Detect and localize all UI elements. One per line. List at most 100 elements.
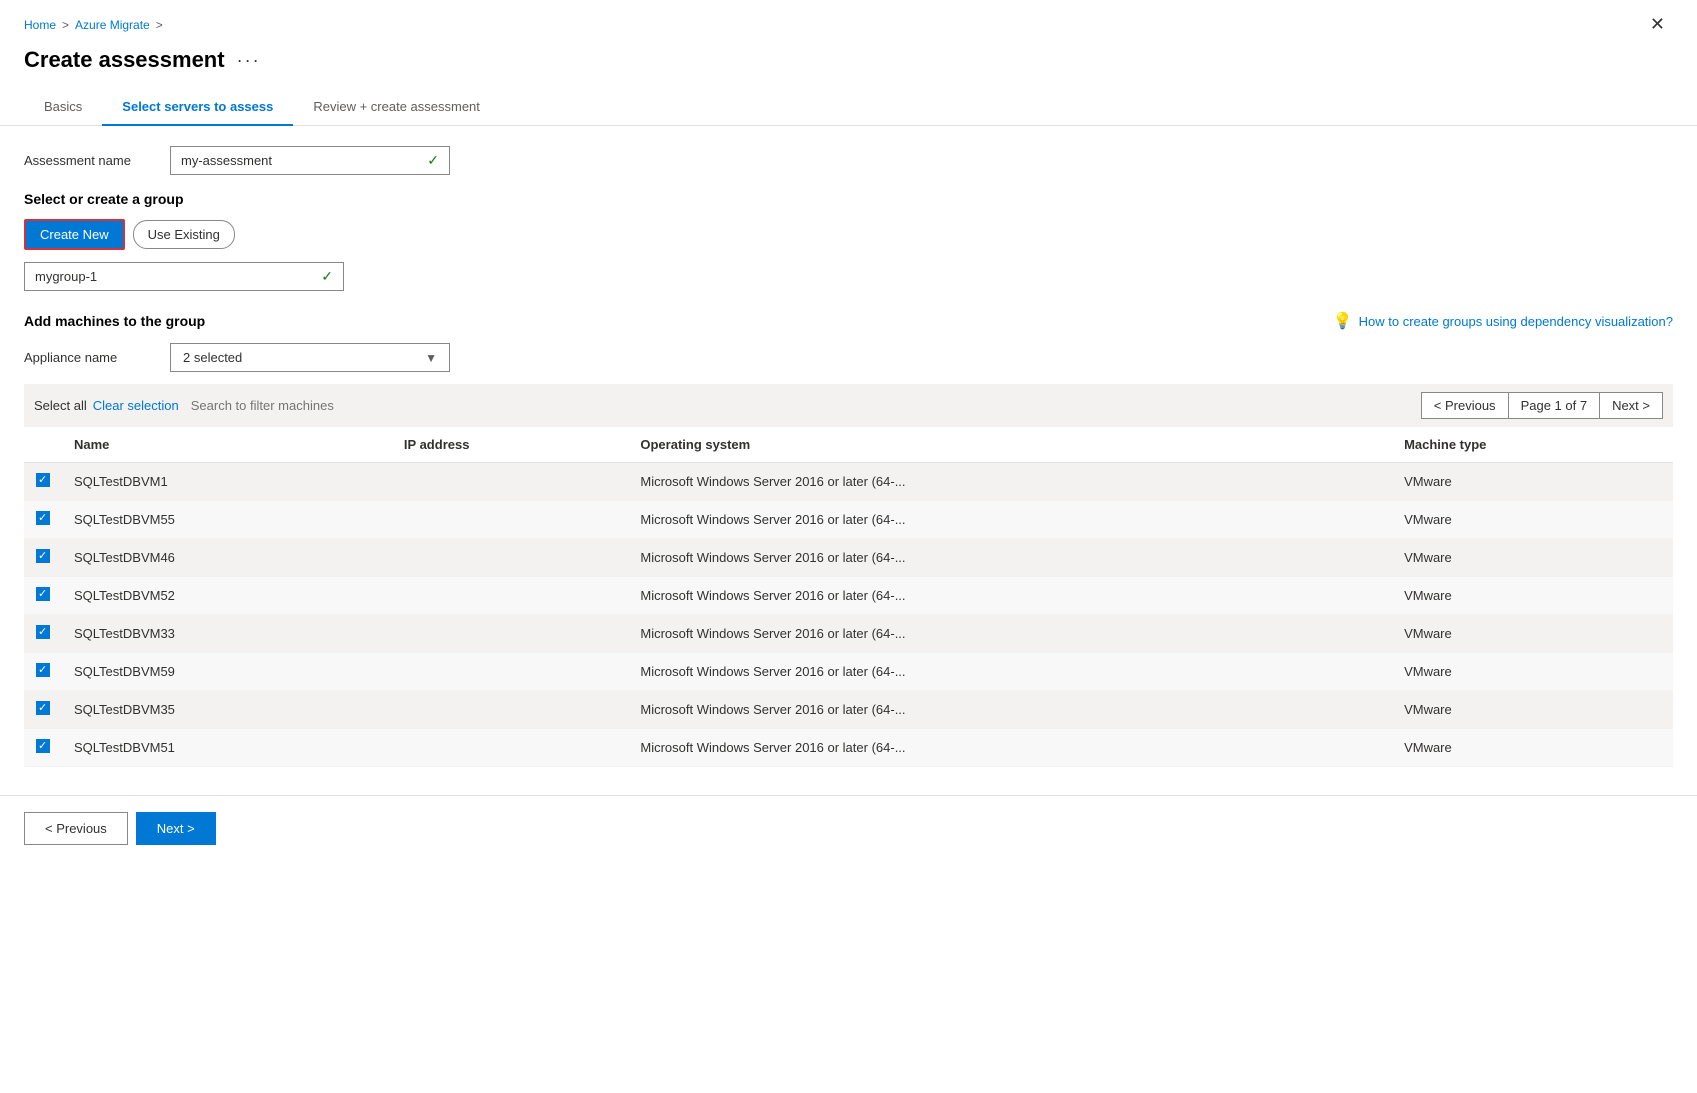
footer-prev-button[interactable]: < Previous xyxy=(24,812,128,845)
close-button[interactable]: ✕ xyxy=(1642,10,1673,39)
checkbox-checked-icon[interactable] xyxy=(36,625,50,639)
row-name: SQLTestDBVM51 xyxy=(62,729,392,767)
row-type: VMware xyxy=(1392,501,1673,539)
machines-table: Name IP address Operating system Machine… xyxy=(24,427,1673,767)
row-name: SQLTestDBVM33 xyxy=(62,615,392,653)
assessment-name-input[interactable]: my-assessment ✓ xyxy=(170,146,450,175)
group-name-check-icon: ✓ xyxy=(321,268,333,285)
breadcrumb-home[interactable]: Home xyxy=(24,18,56,32)
row-type: VMware xyxy=(1392,463,1673,501)
checkbox-checked-icon[interactable] xyxy=(36,549,50,563)
row-ip xyxy=(392,501,628,539)
row-os: Microsoft Windows Server 2016 or later (… xyxy=(628,539,1392,577)
row-checkbox-cell[interactable] xyxy=(24,539,62,577)
breadcrumb-azure-migrate[interactable]: Azure Migrate xyxy=(75,18,150,32)
row-name: SQLTestDBVM35 xyxy=(62,691,392,729)
group-name-value: mygroup-1 xyxy=(35,269,97,284)
appliance-row: Appliance name 2 selected ▼ xyxy=(24,343,1673,372)
checkbox-checked-icon[interactable] xyxy=(36,587,50,601)
bulb-icon: 💡 xyxy=(1333,311,1353,331)
row-name: SQLTestDBVM46 xyxy=(62,539,392,577)
dep-viz-link-text: How to create groups using dependency vi… xyxy=(1359,314,1673,329)
table-row[interactable]: SQLTestDBVM59 Microsoft Windows Server 20… xyxy=(24,653,1673,691)
row-checkbox-cell[interactable] xyxy=(24,501,62,539)
use-existing-button[interactable]: Use Existing xyxy=(133,220,235,249)
breadcrumb-sep1: > xyxy=(62,18,69,32)
row-checkbox-cell[interactable] xyxy=(24,577,62,615)
row-name: SQLTestDBVM1 xyxy=(62,463,392,501)
table-row[interactable]: SQLTestDBVM1 Microsoft Windows Server 201… xyxy=(24,463,1673,501)
row-ip xyxy=(392,729,628,767)
group-section-title: Select or create a group xyxy=(24,191,1673,207)
assessment-name-value: my-assessment xyxy=(181,153,272,168)
next-page-button[interactable]: Next > xyxy=(1599,392,1663,419)
col-header-name: Name xyxy=(62,427,392,463)
row-checkbox-cell[interactable] xyxy=(24,653,62,691)
appliance-label: Appliance name xyxy=(24,350,154,365)
row-ip xyxy=(392,463,628,501)
page-header: Create assessment ··· xyxy=(0,39,1697,73)
group-name-input[interactable]: mygroup-1 ✓ xyxy=(24,262,344,291)
row-os: Microsoft Windows Server 2016 or later (… xyxy=(628,463,1392,501)
page-title: Create assessment xyxy=(24,47,225,73)
table-row[interactable]: SQLTestDBVM46 Microsoft Windows Server 20… xyxy=(24,539,1673,577)
row-checkbox-cell[interactable] xyxy=(24,729,62,767)
row-ip xyxy=(392,615,628,653)
machines-section-header: Add machines to the group 💡 How to creat… xyxy=(24,311,1673,331)
clear-selection-link[interactable]: Clear selection xyxy=(93,398,179,413)
col-header-os: Operating system xyxy=(628,427,1392,463)
row-ip xyxy=(392,653,628,691)
more-options-icon[interactable]: ··· xyxy=(237,50,261,71)
table-toolbar: Select all Clear selection < Previous Pa… xyxy=(24,384,1673,427)
main-content: Assessment name my-assessment ✓ Select o… xyxy=(0,126,1697,787)
table-row[interactable]: SQLTestDBVM52Microsoft Windows Server 20… xyxy=(24,577,1673,615)
col-header-checkbox xyxy=(24,427,62,463)
row-os: Microsoft Windows Server 2016 or later (… xyxy=(628,653,1392,691)
appliance-dropdown[interactable]: 2 selected ▼ xyxy=(170,343,450,372)
checkbox-checked-icon[interactable] xyxy=(36,511,50,525)
table-header-row: Name IP address Operating system Machine… xyxy=(24,427,1673,463)
col-header-type: Machine type xyxy=(1392,427,1673,463)
checkbox-checked-icon[interactable] xyxy=(36,701,50,715)
table-row[interactable]: SQLTestDBVM35 Microsoft Windows Server 20… xyxy=(24,691,1673,729)
row-type: VMware xyxy=(1392,653,1673,691)
group-name-row: mygroup-1 ✓ xyxy=(24,262,1673,291)
page-info: Page 1 of 7 xyxy=(1509,392,1600,419)
table-row[interactable]: SQLTestDBVM51Microsoft Windows Server 20… xyxy=(24,729,1673,767)
row-type: VMware xyxy=(1392,539,1673,577)
search-input[interactable] xyxy=(179,398,1421,413)
dep-viz-link[interactable]: 💡 How to create groups using dependency … xyxy=(1333,311,1673,331)
pagination-controls: < Previous Page 1 of 7 Next > xyxy=(1421,392,1663,419)
top-bar: Home > Azure Migrate > ✕ xyxy=(0,0,1697,39)
checkbox-checked-icon[interactable] xyxy=(36,739,50,753)
col-header-ip: IP address xyxy=(392,427,628,463)
create-new-button[interactable]: Create New xyxy=(24,219,125,250)
row-ip xyxy=(392,539,628,577)
select-all-label[interactable]: Select all xyxy=(34,398,87,413)
footer-next-button[interactable]: Next > xyxy=(136,812,216,845)
row-os: Microsoft Windows Server 2016 or later (… xyxy=(628,501,1392,539)
prev-page-button[interactable]: < Previous xyxy=(1421,392,1509,419)
table-row[interactable]: SQLTestDBVM33Microsoft Windows Server 20… xyxy=(24,615,1673,653)
checkbox-checked-icon[interactable] xyxy=(36,663,50,677)
row-type: VMware xyxy=(1392,615,1673,653)
row-type: VMware xyxy=(1392,729,1673,767)
tab-review[interactable]: Review + create assessment xyxy=(293,89,500,126)
row-name: SQLTestDBVM59 xyxy=(62,653,392,691)
table-row[interactable]: SQLTestDBVM55 Microsoft Windows Server 20… xyxy=(24,501,1673,539)
breadcrumb: Home > Azure Migrate > xyxy=(24,18,163,32)
row-os: Microsoft Windows Server 2016 or later (… xyxy=(628,691,1392,729)
row-type: VMware xyxy=(1392,691,1673,729)
row-os: Microsoft Windows Server 2016 or later (… xyxy=(628,577,1392,615)
row-checkbox-cell[interactable] xyxy=(24,691,62,729)
row-name: SQLTestDBVM55 xyxy=(62,501,392,539)
row-ip xyxy=(392,691,628,729)
footer: < Previous Next > xyxy=(0,795,1697,861)
row-ip xyxy=(392,577,628,615)
checkbox-checked-icon[interactable] xyxy=(36,473,50,487)
row-checkbox-cell[interactable] xyxy=(24,615,62,653)
tab-basics[interactable]: Basics xyxy=(24,89,102,126)
tab-select-servers[interactable]: Select servers to assess xyxy=(102,89,293,126)
row-checkbox-cell[interactable] xyxy=(24,463,62,501)
assessment-name-row: Assessment name my-assessment ✓ xyxy=(24,146,1673,175)
